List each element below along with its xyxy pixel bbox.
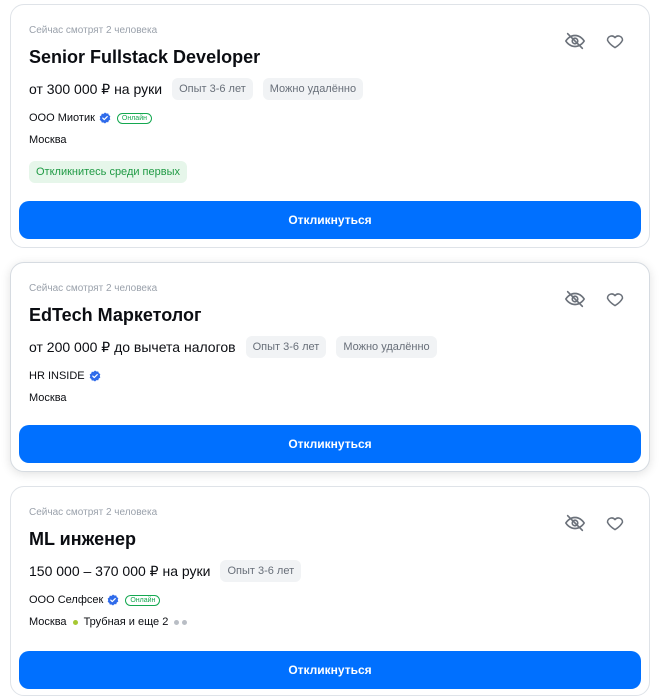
company: HR INSIDE xyxy=(29,370,101,382)
salary: 150 000 – 370 000 ₽ на руки xyxy=(29,562,211,579)
vacancy-card[interactable]: Сейчас смотрят 2 человека ML инженер 150… xyxy=(10,486,650,696)
vacancy-title[interactable]: Senior Fullstack Developer xyxy=(29,47,260,68)
verified-icon xyxy=(99,112,111,124)
salary-row: 150 000 – 370 000 ₽ на руки Опыт 3-6 лет xyxy=(29,559,302,583)
vacancy-card[interactable]: Сейчас смотрят 2 человека Senior Fullsta… xyxy=(10,4,650,248)
apply-button[interactable]: Откликнуться xyxy=(19,201,641,239)
location: Москва Трубная и еще 2 xyxy=(29,616,188,628)
favorite-button[interactable] xyxy=(603,287,627,311)
online-badge: Онлайн xyxy=(116,112,152,124)
metro-line-dot xyxy=(182,619,188,625)
vacancy-title[interactable]: ML инженер xyxy=(29,529,136,550)
city: Москва xyxy=(29,134,67,146)
company: ООО Миотик Онлайн xyxy=(29,112,152,124)
vacancy-card[interactable]: Сейчас смотрят 2 человека EdTech Маркето… xyxy=(10,262,650,472)
salary: от 200 000 ₽ до вычета налогов xyxy=(29,338,236,355)
favorite-button[interactable] xyxy=(603,511,627,535)
metro-line-dot xyxy=(72,619,78,625)
viewers-count: Сейчас смотрят 2 человека xyxy=(29,25,158,36)
metro-station: Трубная и еще 2 xyxy=(83,616,169,628)
eye-off-icon xyxy=(564,514,586,532)
company: ООО Селфсек Онлайн xyxy=(29,594,161,606)
heart-icon xyxy=(606,517,624,531)
experience-tag: Опыт 3-6 лет xyxy=(172,78,253,100)
heart-icon xyxy=(606,35,624,49)
city: Москва xyxy=(29,616,67,628)
apply-button[interactable]: Откликнуться xyxy=(19,425,641,463)
salary-row: от 300 000 ₽ на руки Опыт 3-6 лет Можно … xyxy=(29,77,364,101)
city: Москва xyxy=(29,392,67,404)
eye-off-icon xyxy=(564,290,586,308)
remote-tag: Можно удалённо xyxy=(336,336,437,358)
hide-vacancy-button[interactable] xyxy=(563,287,587,311)
apply-button[interactable]: Откликнуться xyxy=(19,651,641,689)
vacancy-title[interactable]: EdTech Маркетолог xyxy=(29,305,202,326)
viewers-count: Сейчас смотрят 2 человека xyxy=(29,283,158,294)
eye-off-icon xyxy=(564,32,586,50)
favorite-button[interactable] xyxy=(603,29,627,53)
salary-row: от 200 000 ₽ до вычета налогов Опыт 3-6 … xyxy=(29,335,437,359)
viewers-count: Сейчас смотрят 2 человека xyxy=(29,507,158,518)
experience-tag: Опыт 3-6 лет xyxy=(220,560,302,582)
heart-icon xyxy=(606,293,624,307)
hide-vacancy-button[interactable] xyxy=(563,511,587,535)
metro-line-dot xyxy=(174,619,180,625)
salary: от 300 000 ₽ на руки xyxy=(29,80,163,97)
remote-tag: Можно удалённо xyxy=(262,78,364,100)
company-name[interactable]: HR INSIDE xyxy=(29,370,85,382)
company-name[interactable]: ООО Селфсек xyxy=(29,594,103,606)
hide-vacancy-button[interactable] xyxy=(563,29,587,53)
company-name[interactable]: ООО Миотик xyxy=(29,112,95,124)
online-badge: Онлайн xyxy=(125,594,161,606)
experience-tag: Опыт 3-6 лет xyxy=(245,336,327,358)
verified-icon xyxy=(108,594,119,606)
respond-first-badge: Откликнитесь среди первых xyxy=(29,161,187,183)
verified-icon xyxy=(89,370,100,382)
